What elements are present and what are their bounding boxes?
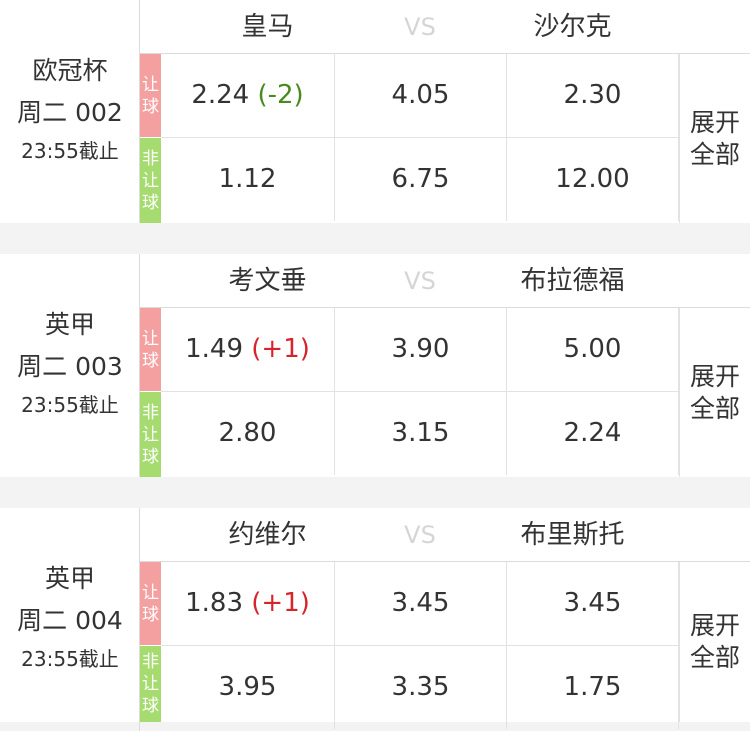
expand-all-button[interactable]: 展开 全部 xyxy=(679,54,750,223)
odds-draw[interactable]: 6.75 xyxy=(335,138,507,221)
teams-row: 皇马 VS 沙尔克 xyxy=(140,0,750,54)
handicap-tag: 让球 xyxy=(140,562,161,645)
handicap-odds-row: 1.83 (+1) 3.45 3.45 xyxy=(161,562,679,646)
deadline: 23:55截止 xyxy=(21,647,119,671)
match-card: 英甲 周二 004 23:55截止 约维尔 VS 布里斯托 让球 1.83 (+… xyxy=(0,508,750,731)
odds-draw[interactable]: 3.45 xyxy=(335,562,507,645)
no-handicap-tag: 非让球 xyxy=(140,392,161,477)
odds-away-win[interactable]: 1.75 xyxy=(507,646,679,729)
handicap-line: (+1) xyxy=(251,588,310,618)
deadline: 23:55截止 xyxy=(21,139,119,163)
odds-away-win[interactable]: 12.00 xyxy=(507,138,679,221)
away-team: 布拉德福 xyxy=(520,266,625,296)
expand-all-button[interactable]: 展开 全部 xyxy=(679,308,750,477)
handicap-tag: 让球 xyxy=(140,308,161,391)
deadline: 23:55截止 xyxy=(21,393,119,417)
league-name: 英甲 xyxy=(44,310,95,339)
odds-home-win[interactable]: 1.49 (+1) xyxy=(161,308,335,391)
odds-away-win[interactable]: 2.30 xyxy=(507,54,679,137)
handicap-odds-row: 1.49 (+1) 3.90 5.00 xyxy=(161,308,679,392)
odds-draw[interactable]: 3.90 xyxy=(335,308,507,391)
odds-away-win[interactable]: 5.00 xyxy=(507,308,679,391)
odds-home-win[interactable]: 1.12 xyxy=(161,138,335,221)
match-info: 英甲 周二 004 23:55截止 xyxy=(0,508,140,731)
teams-row: 考文垂 VS 布拉德福 xyxy=(140,254,750,308)
odds-draw[interactable]: 3.15 xyxy=(335,392,507,475)
match-number: 周二 002 xyxy=(17,98,123,127)
expand-all-button[interactable]: 展开 全部 xyxy=(679,562,750,722)
odds-away-win[interactable]: 2.24 xyxy=(507,392,679,475)
match-number: 周二 003 xyxy=(17,352,123,381)
odds-draw[interactable]: 4.05 xyxy=(335,54,507,137)
vs-label: VS xyxy=(404,521,436,549)
match-info: 英甲 周二 003 23:55截止 xyxy=(0,254,140,477)
home-team: 约维尔 xyxy=(228,520,307,550)
handicap-tag: 让球 xyxy=(140,54,161,137)
league-name: 英甲 xyxy=(44,564,95,593)
odds-home-win[interactable]: 1.83 (+1) xyxy=(161,562,335,645)
no-handicap-odds-row: 3.95 3.35 1.75 xyxy=(161,646,679,729)
match-card: 欧冠杯 周二 002 23:55截止 皇马 VS 沙尔克 让球 2.24 (-2… xyxy=(0,0,750,223)
odds-draw[interactable]: 3.35 xyxy=(335,646,507,729)
odds-home-win[interactable]: 2.24 (-2) xyxy=(161,54,335,137)
no-handicap-tag: 非让球 xyxy=(140,646,161,722)
no-handicap-odds-row: 2.80 3.15 2.24 xyxy=(161,392,679,476)
odds-home-win[interactable]: 2.80 xyxy=(161,392,335,475)
vs-label: VS xyxy=(404,13,436,41)
vs-label: VS xyxy=(404,267,436,295)
match-number: 周二 004 xyxy=(17,606,123,635)
teams-row: 约维尔 VS 布里斯托 xyxy=(140,508,750,562)
no-handicap-odds-row: 1.12 6.75 12.00 xyxy=(161,138,679,222)
odds-away-win[interactable]: 3.45 xyxy=(507,562,679,645)
home-team: 考文垂 xyxy=(228,266,307,296)
handicap-odds-row: 2.24 (-2) 4.05 2.30 xyxy=(161,54,679,138)
odds-home-win[interactable]: 3.95 xyxy=(161,646,335,729)
home-team: 皇马 xyxy=(241,12,294,42)
match-card: 英甲 周二 003 23:55截止 考文垂 VS 布拉德福 让球 1.49 (+… xyxy=(0,254,750,477)
league-name: 欧冠杯 xyxy=(32,56,108,85)
handicap-line: (-2) xyxy=(257,80,304,110)
no-handicap-tag: 非让球 xyxy=(140,138,161,223)
away-team: 布里斯托 xyxy=(520,520,625,550)
away-team: 沙尔克 xyxy=(533,12,612,42)
match-info: 欧冠杯 周二 002 23:55截止 xyxy=(0,0,140,223)
handicap-line: (+1) xyxy=(251,334,310,364)
